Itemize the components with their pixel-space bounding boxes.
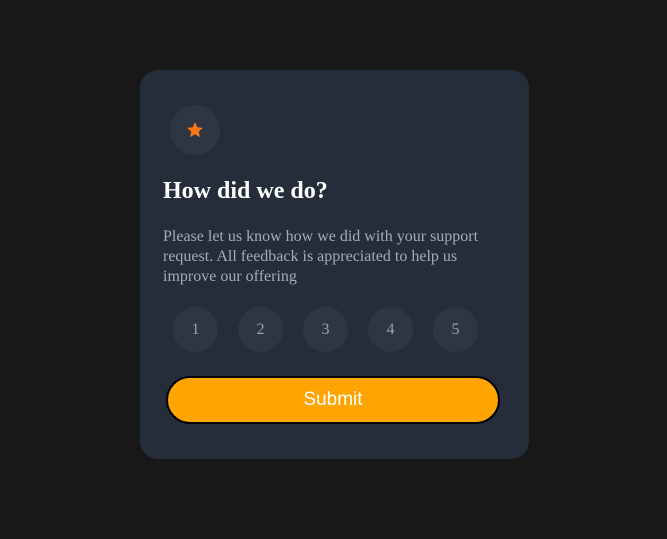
rating-option-2[interactable]: 2 [238, 307, 283, 352]
card-description: Please let us know how we did with your … [163, 228, 479, 285]
rating-option-3[interactable]: 3 [303, 307, 348, 352]
rating-options: 1 2 3 4 5 [173, 307, 478, 352]
rating-option-4[interactable]: 4 [368, 307, 413, 352]
rating-option-5[interactable]: 5 [433, 307, 478, 352]
card-title: How did we do? [163, 178, 328, 204]
star-icon [186, 121, 204, 139]
rating-card: How did we do? Please let us know how we… [140, 70, 529, 459]
submit-button[interactable]: Submit [166, 376, 500, 424]
rating-option-1[interactable]: 1 [173, 307, 218, 352]
star-badge [170, 105, 220, 155]
